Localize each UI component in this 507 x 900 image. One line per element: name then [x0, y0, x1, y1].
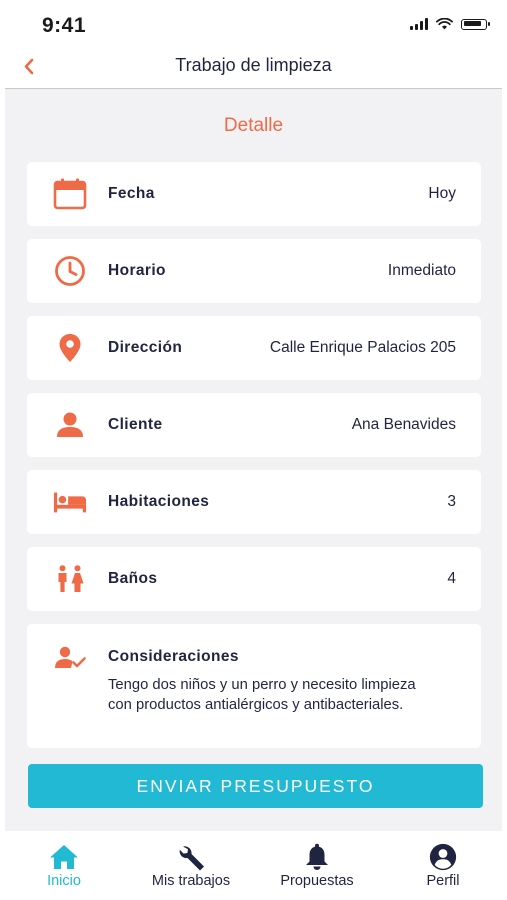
signal-icon — [410, 18, 428, 30]
bell-icon — [304, 843, 330, 871]
wifi-icon — [436, 18, 453, 30]
detail-label: Horario — [108, 262, 166, 279]
tab-mis-trabajos[interactable]: Mis trabajos — [131, 831, 251, 900]
tab-label: Inicio — [47, 873, 81, 889]
section-title: Detalle — [223, 115, 284, 136]
detail-label: Fecha — [108, 185, 155, 202]
restroom-icon — [53, 562, 87, 596]
clock-icon — [53, 254, 87, 288]
tab-label: Mis trabajos — [151, 873, 231, 889]
status-bar: 9:41 — [0, 0, 507, 48]
detail-label: Habitaciones — [108, 493, 210, 510]
user-check-icon — [53, 646, 87, 670]
home-icon — [49, 843, 79, 871]
detail-row-habitaciones: Habitaciones 3 — [27, 470, 481, 534]
tab-label: Propuestas — [280, 873, 354, 889]
nav-bar: Trabajo de limpieza — [0, 48, 507, 88]
detail-label: Dirección — [108, 339, 183, 356]
wrench-icon — [174, 843, 208, 871]
detail-value: Inmediato — [387, 262, 456, 279]
calendar-icon — [53, 177, 87, 211]
tab-bar: Inicio Mis trabajos Propuestas Perfil — [0, 831, 507, 900]
detail-value: Hoy — [428, 185, 456, 202]
detail-value: 4 — [447, 570, 456, 587]
detail-row-direccion: Dirección Calle Enrique Palacios 205 — [27, 316, 481, 380]
detail-row-horario: Horario Inmediato — [27, 239, 481, 303]
detail-row-fecha: Fecha Hoy — [27, 162, 481, 226]
detail-value: Calle Enrique Palacios 205 — [269, 339, 456, 356]
considerations-card: Consideraciones Tengo dos niños y un per… — [27, 624, 481, 748]
tab-label: Perfil — [426, 873, 460, 889]
considerations-label: Consideraciones — [108, 648, 239, 665]
location-pin-icon — [53, 331, 87, 365]
detail-row-cliente: Cliente Ana Benavides — [27, 393, 481, 457]
detail-content: Detalle Fecha Hoy Horario Inmediato Dire… — [5, 89, 502, 831]
tab-inicio[interactable]: Inicio — [4, 831, 124, 900]
detail-label: Cliente — [108, 416, 163, 433]
detail-value: 3 — [447, 493, 456, 510]
tab-perfil[interactable]: Perfil — [383, 831, 503, 900]
tab-propuestas[interactable]: Propuestas — [257, 831, 377, 900]
detail-row-banos: Baños 4 — [27, 547, 481, 611]
detail-label: Baños — [108, 570, 158, 587]
status-time: 9:41 — [42, 14, 87, 37]
considerations-text: Tengo dos niños y un perro y necesito li… — [108, 677, 416, 713]
battery-icon — [461, 18, 490, 30]
bed-icon — [53, 485, 87, 519]
send-quote-button[interactable]: ENVIAR PRESUPUESTO — [28, 764, 483, 808]
profile-icon — [427, 843, 459, 871]
detail-value: Ana Benavides — [351, 416, 456, 433]
person-icon — [53, 408, 87, 442]
status-icons — [410, 18, 490, 30]
page-title: Trabajo de limpieza — [175, 55, 332, 75]
